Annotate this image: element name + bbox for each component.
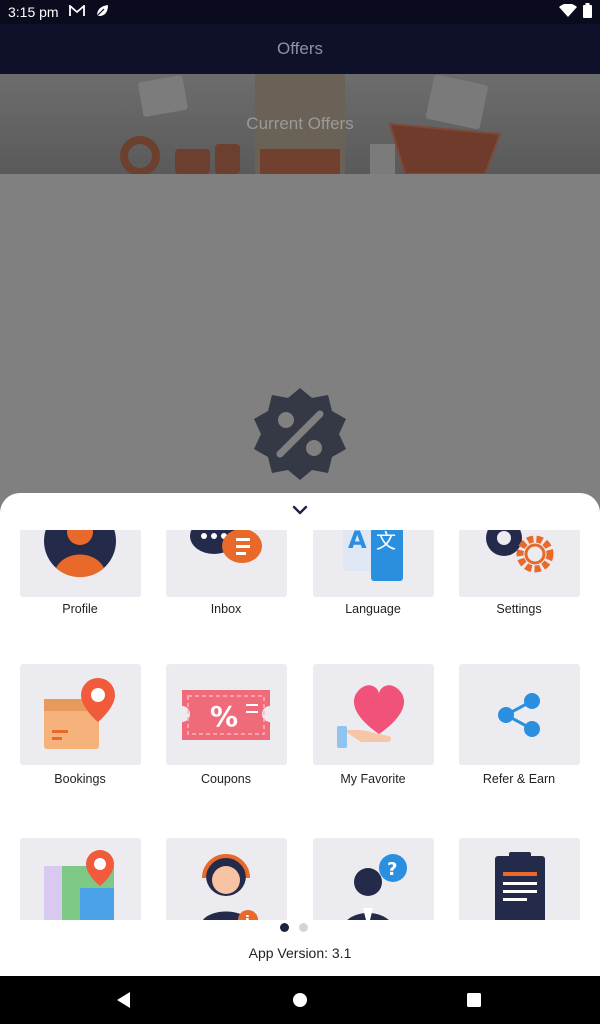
percent-badge-icon (254, 388, 346, 480)
menu-item-support[interactable]: i (166, 838, 287, 920)
help-icon: ? (347, 854, 407, 920)
offers-hero-banner: Current Offers (0, 74, 600, 174)
menu-label: Profile (62, 602, 98, 616)
coupons-icon: % (182, 690, 270, 740)
menu-label: Settings (496, 602, 542, 616)
menu-item-map[interactable] (20, 838, 141, 920)
hero-title: Current Offers (246, 114, 354, 133)
battery-icon (583, 3, 592, 21)
menu-label: Coupons (200, 772, 252, 786)
svg-text:i: i (245, 914, 250, 920)
svg-text:文: 文 (376, 530, 396, 553)
menu-grid: Profile Inbox A 文 Language Settings Book… (0, 530, 600, 920)
language-icon: A 文 (343, 530, 403, 581)
leaf-icon (95, 4, 109, 21)
bookings-icon (44, 678, 115, 749)
system-nav-bar (0, 976, 600, 1024)
svg-text:A: A (348, 530, 367, 554)
status-time: 3:15 pm (8, 4, 59, 20)
menu-item-favorite[interactable] (313, 664, 434, 765)
menu-item-inbox[interactable] (166, 530, 287, 597)
gmail-icon (68, 4, 85, 20)
page-title: Offers (277, 39, 323, 58)
menu-item-bookings[interactable] (20, 664, 141, 765)
settings-icon (486, 530, 554, 573)
svg-text:%: % (210, 700, 238, 733)
menu-item-coupons[interactable]: % (166, 664, 287, 765)
dimmed-background (0, 174, 600, 504)
menu-bottom-sheet: Profile Inbox A 文 Language Settings Book… (0, 493, 600, 976)
back-icon[interactable] (114, 990, 134, 1010)
menu-label: Bookings (54, 772, 106, 786)
inbox-icon (190, 530, 262, 563)
page-dot-active[interactable] (280, 923, 289, 932)
profile-icon (44, 530, 116, 578)
share-icon (498, 693, 540, 737)
menu-label: Inbox (210, 602, 242, 616)
app-bar: Offers (0, 24, 600, 74)
menu-item-settings[interactable] (459, 530, 580, 597)
menu-item-document[interactable] (459, 838, 580, 920)
app-version: App Version: 3.1 (248, 945, 352, 961)
chevron-down-icon[interactable] (290, 503, 310, 517)
menu-label: My Favorite (340, 772, 406, 786)
menu-item-refer-earn[interactable] (459, 664, 580, 765)
menu-item-help[interactable]: ? (313, 838, 434, 920)
menu-item-profile[interactable] (20, 530, 141, 597)
map-icon (44, 850, 114, 920)
menu-item-language[interactable]: A 文 (313, 530, 434, 597)
menu-label: Refer & Earn (482, 772, 556, 786)
document-icon (495, 852, 545, 920)
page-dot[interactable] (299, 923, 308, 932)
page-indicator (280, 923, 308, 932)
status-bar: 3:15 pm (0, 0, 600, 24)
home-icon[interactable] (290, 990, 310, 1010)
support-icon: i (202, 854, 258, 920)
menu-label: Language (345, 602, 401, 616)
wifi-icon (559, 2, 577, 21)
recents-icon[interactable] (464, 990, 484, 1010)
svg-text:?: ? (387, 859, 397, 880)
favorite-icon (337, 685, 405, 748)
